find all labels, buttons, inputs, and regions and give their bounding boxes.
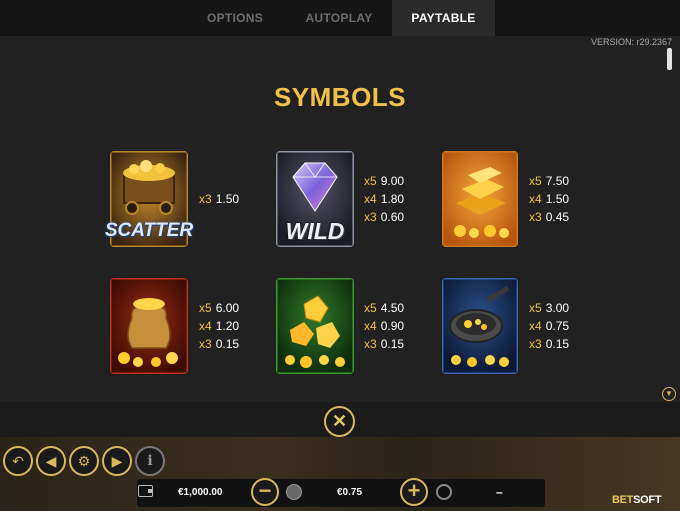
tab-bar: OPTIONS AUTOPLAY PAYTABLE: [0, 0, 680, 36]
gold-nuggets-paytable: x5 4.50 x4 0.90 x3 0.15: [364, 301, 405, 351]
gold-bars-symbol: [442, 151, 518, 247]
balance-value: €1,000.00: [178, 487, 223, 498]
wild-label: WILD: [285, 218, 345, 244]
close-button[interactable]: ✕: [324, 406, 355, 437]
version-label: VERSION: r29.2367: [590, 37, 672, 47]
previous-page-icon[interactable]: ◀: [36, 446, 66, 476]
coins-icon: [286, 484, 302, 500]
section-title: SYMBOLS: [273, 82, 407, 112]
bet-value: €0.75: [337, 487, 363, 498]
scroll-down-icon[interactable]: ▼: [662, 387, 676, 401]
tab-paytable[interactable]: PAYTABLE: [392, 0, 495, 36]
gold-pan-paytable: x5 3.00 x4 0.75 x3 0.15: [529, 301, 570, 351]
brand-logo: BETSOFT: [612, 494, 662, 506]
scatter-paytable: x3 1.50: [199, 192, 240, 206]
settings-icon[interactable]: ⚙: [69, 446, 99, 476]
scrollbar-thumb[interactable]: [667, 48, 672, 70]
wallet-icon: [138, 485, 153, 497]
increase-bet-button[interactable]: +: [400, 478, 428, 506]
brand-logo-part-1: BET: [612, 494, 634, 506]
win-value: –: [496, 485, 503, 499]
brand-logo-part-2: SOFT: [633, 494, 662, 506]
gold-sack-paytable: x5 6.00 x4 1.20 x3 0.15: [199, 301, 240, 351]
paytable-nav: ↶ ◀ ⚙ ▶ i: [3, 446, 165, 476]
tab-autoplay[interactable]: AUTOPLAY: [280, 0, 398, 36]
decrease-bet-button[interactable]: −: [251, 478, 279, 506]
next-page-icon[interactable]: ▶: [102, 446, 132, 476]
scatter-label: SCATTER: [104, 220, 194, 241]
back-icon[interactable]: ↶: [3, 446, 33, 476]
gold-nuggets-symbol: [276, 278, 354, 374]
gold-sack-symbol: [110, 278, 188, 374]
gold-bars-paytable: x5 7.50 x4 1.50 x3 0.45: [529, 174, 570, 224]
info-button[interactable]: i: [135, 446, 165, 476]
win-medal-icon: [436, 484, 452, 500]
wild-paytable: x5 9.00 x4 1.80 x3 0.60: [364, 174, 405, 224]
gold-pan-symbol: [442, 278, 518, 374]
tab-options[interactable]: OPTIONS: [175, 0, 295, 36]
